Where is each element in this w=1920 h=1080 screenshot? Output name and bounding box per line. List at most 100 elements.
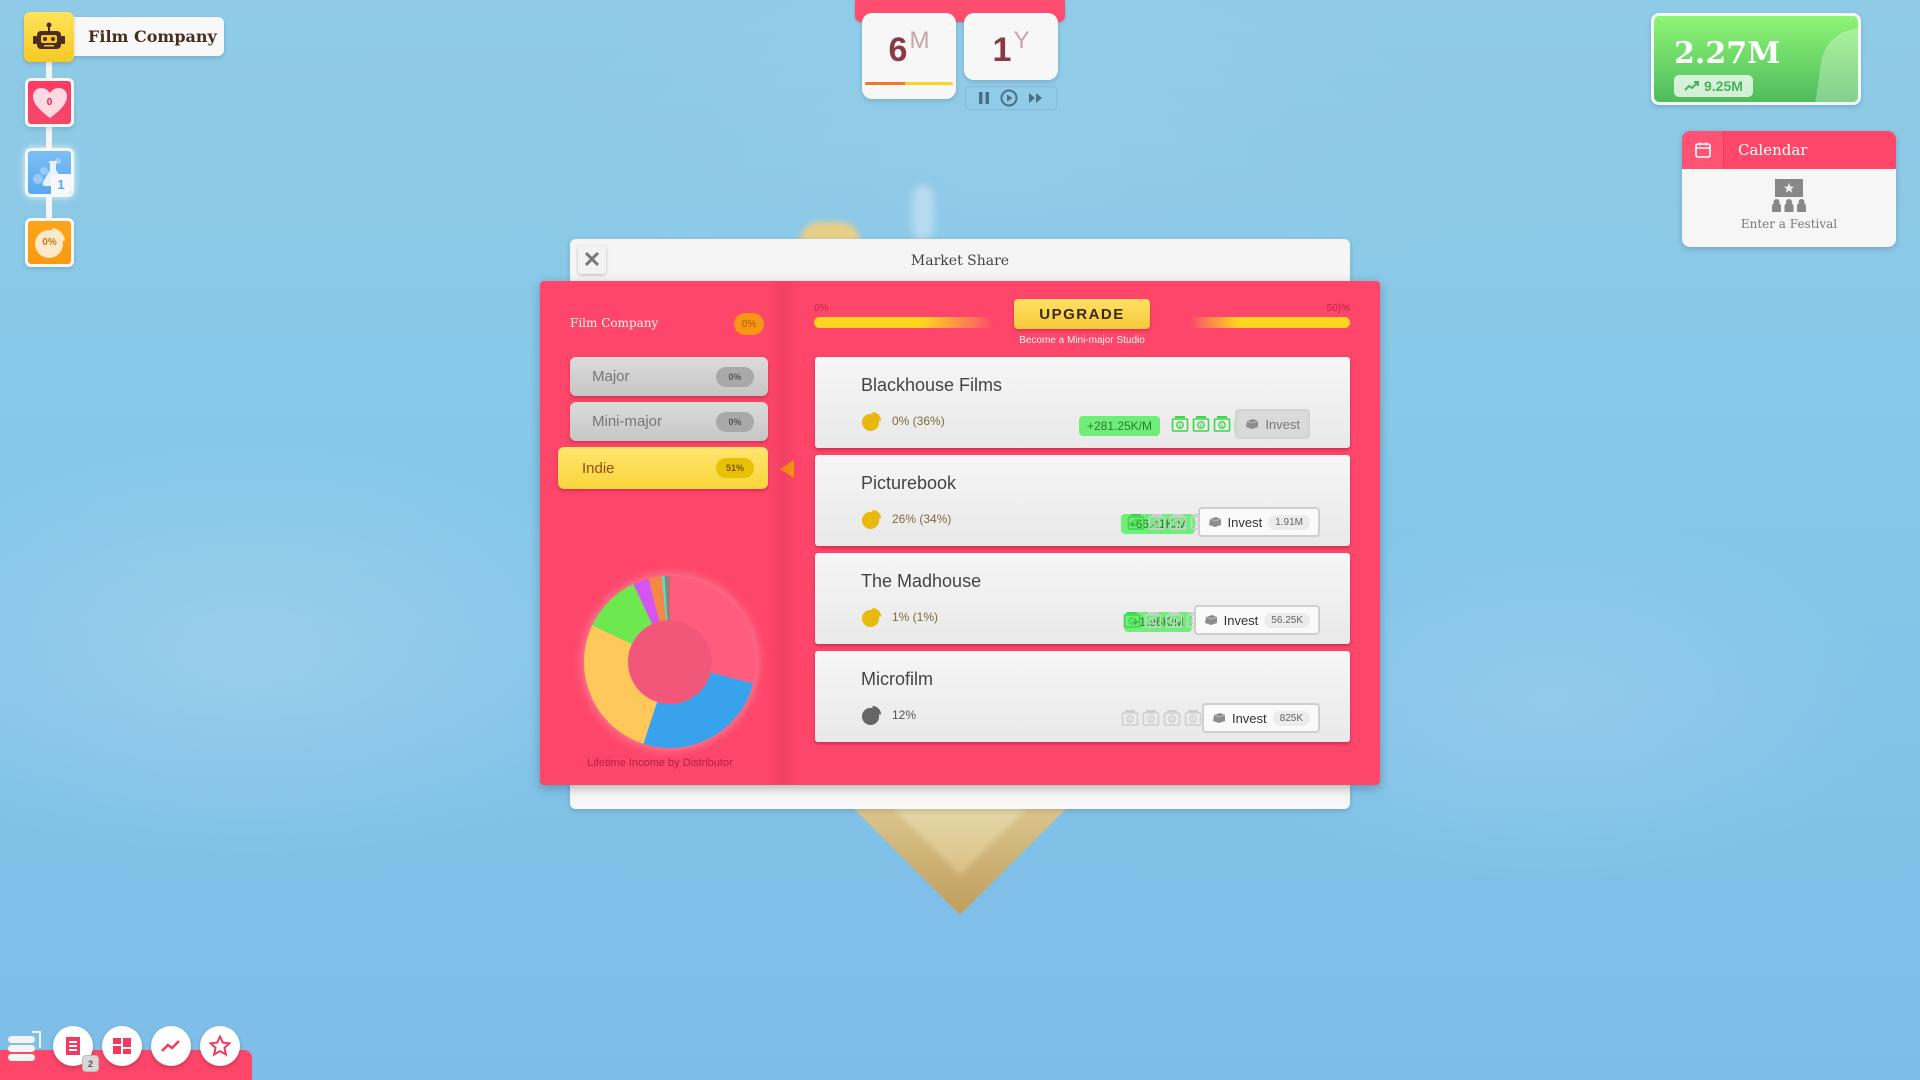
statistics-button[interactable]: [151, 1026, 191, 1066]
cash-stack-icon: $: [1144, 612, 1162, 628]
fans-button[interactable]: 0: [25, 78, 74, 127]
tier-column: Film Company 0% Major 0% Mini-major 0% I…: [540, 281, 794, 785]
brick-icon: [1204, 615, 1217, 625]
year-display: 1 Y: [964, 13, 1058, 80]
company-avatar[interactable]: [24, 12, 74, 62]
background-studio-shape: [840, 795, 1080, 915]
upgrade-button[interactable]: UPGRADE: [1014, 299, 1150, 329]
cash-stack-icon: $: [1213, 416, 1231, 432]
invest-label: Invest: [1223, 612, 1259, 628]
fast-forward-icon[interactable]: [1028, 92, 1044, 104]
month-progress-fill: [865, 82, 905, 85]
tier-mini-major[interactable]: Mini-major 0%: [570, 402, 768, 441]
brick-icon: [1208, 517, 1221, 527]
distributor-share: 0% (36%): [892, 414, 945, 428]
own-company-share: 0%: [734, 313, 764, 335]
invest-button[interactable]: Invest 825K: [1201, 703, 1320, 733]
month-value: 6: [888, 31, 908, 69]
fans-count: 0: [46, 97, 53, 108]
share-pie-icon: [861, 607, 882, 628]
favorites-button[interactable]: [200, 1026, 240, 1066]
tier-indie[interactable]: Indie 51%: [558, 447, 768, 489]
news-icon: [66, 1037, 80, 1055]
invest-cost: 825K: [1272, 710, 1310, 726]
play-icon[interactable]: [1000, 89, 1018, 107]
cash-stack-icon: $: [1169, 514, 1187, 530]
star-icon: [209, 1035, 231, 1057]
svg-text:$: $: [1178, 423, 1181, 429]
robot-icon: [33, 22, 65, 49]
column-divider-shadow: [768, 281, 798, 785]
modal-title: Market Share: [910, 253, 1010, 269]
invest-button[interactable]: Invest 56.25K: [1193, 605, 1320, 635]
svg-text:$: $: [1149, 717, 1152, 723]
market-share-button[interactable]: 0%: [25, 218, 74, 267]
menu-stack-icon[interactable]: [8, 1030, 42, 1062]
share-pie-icon: [861, 411, 882, 432]
market-share-panel: Film Company 0% Major 0% Mini-major 0% I…: [540, 281, 1380, 785]
company-name[interactable]: Film Company: [74, 17, 224, 56]
brick-icon: [1212, 713, 1226, 723]
svg-text:$: $: [1191, 717, 1194, 723]
upgrade-subtitle: Become a Mini-major Studio: [1019, 335, 1145, 346]
calendar-card: Calendar Enter a Festival: [1682, 131, 1896, 247]
income-rate-badge: +281.25K/M: [1078, 416, 1160, 436]
year-value: 1: [992, 31, 1012, 69]
research-button[interactable]: 1: [25, 148, 74, 197]
cash-stack-icon: $: [1123, 612, 1141, 628]
enter-festival-button[interactable]: Enter a Festival: [1682, 169, 1896, 231]
tier-label: Mini-major: [592, 413, 663, 430]
income-donut-chart: [582, 574, 758, 750]
trend-up-icon: [1684, 81, 1699, 91]
cash-stack-icon: $: [1165, 612, 1183, 628]
investment-level: $ $ $ $: [1121, 709, 1202, 727]
distributor-name: Blackhouse Films: [861, 375, 1003, 395]
svg-text:$: $: [1170, 717, 1173, 723]
distributor-card: Blackhouse Films0% (36%)+281.25K/M$$$$In…: [815, 357, 1350, 448]
money-card[interactable]: 2.27M 9.25M: [1651, 13, 1861, 105]
calendar-header[interactable]: Calendar: [1682, 131, 1896, 169]
distributor-share: 1% (1%): [892, 610, 939, 624]
distributor-card: The Madhouse1% (1%)+1.96K/M$$$$Invest56.…: [815, 553, 1350, 644]
own-company-name: Film Company: [570, 316, 659, 330]
market-share-value: 0%: [42, 237, 57, 248]
distributor-share: 26% (34%): [892, 512, 952, 526]
pause-icon[interactable]: [978, 91, 990, 105]
distributor-name: The Madhouse: [861, 571, 982, 591]
share-pie-icon: [861, 705, 882, 726]
progress-fill-right: [1190, 317, 1350, 328]
cash-stack-icon: $: [1127, 514, 1145, 530]
share-pie-icon: [861, 509, 882, 530]
background-antenna: [912, 185, 934, 240]
distributor-share: 12%: [892, 708, 917, 722]
speed-controls: [965, 86, 1057, 110]
cash-stack-icon: $: [1142, 710, 1160, 726]
tier-percent: 51%: [716, 458, 754, 478]
invest-cost: 56.25K: [1264, 612, 1310, 628]
calendar-icon-wrap: [1682, 131, 1724, 169]
tier-major[interactable]: Major 0%: [570, 357, 768, 396]
news-badge: 2: [82, 1055, 99, 1072]
svg-text:$: $: [1130, 619, 1133, 625]
brick-icon: [1246, 419, 1259, 429]
calendar-title: Calendar: [1738, 141, 1808, 159]
tier-percent: 0%: [716, 367, 754, 387]
calendar-icon: [1694, 142, 1711, 158]
distributor-name: Picturebook: [861, 473, 957, 493]
distributor-card: Picturebook26% (34%)+66.41K/M$$$$Invest1…: [815, 455, 1350, 546]
svg-text:$: $: [1220, 423, 1223, 429]
svg-text:$: $: [1199, 423, 1202, 429]
distributor-list: Blackhouse Films 0% (36%) +281.25K/M $ $ $ $ In…: [815, 357, 1350, 749]
modal-footer: [570, 785, 1350, 809]
invest-cost: 1.91M: [1268, 514, 1310, 530]
invest-button[interactable]: Invest: [1235, 409, 1310, 439]
svg-text:$: $: [1172, 619, 1175, 625]
invest-button[interactable]: Invest 1.91M: [1197, 507, 1320, 537]
year-unit: Y: [1013, 27, 1030, 54]
invest-label: Invest: [1265, 416, 1300, 432]
research-count: 1: [51, 174, 71, 194]
tier-label: Major: [592, 368, 630, 385]
svg-text:$: $: [1151, 619, 1154, 625]
dashboard-button[interactable]: [102, 1026, 142, 1066]
svg-text:$: $: [1134, 521, 1137, 527]
